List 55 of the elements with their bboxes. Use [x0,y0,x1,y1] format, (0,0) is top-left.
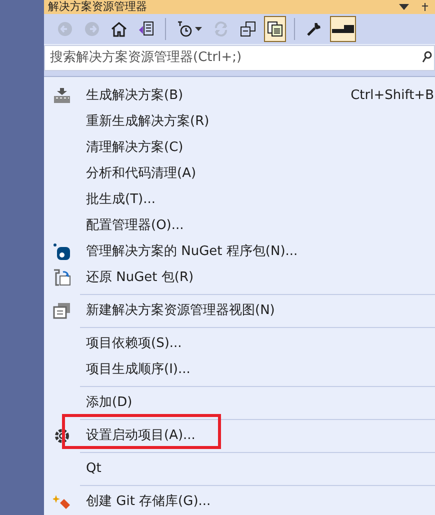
menu-item[interactable]: 管理解决方案的 NuGet 程序包(N)... [44,239,435,265]
menu-item[interactable]: 新建解决方案资源管理器视图(N) [44,298,435,324]
menu-item[interactable]: 配置管理器(O)... [44,213,435,239]
menu-item-label: 分析和代码清理(A) [86,165,196,184]
restore-icon [53,269,71,287]
menu-item-label: Qt [86,460,102,478]
wrench-icon [306,21,322,38]
caret-icon [195,27,202,32]
document-icon [138,21,154,38]
build-icon [53,88,71,104]
menu-item[interactable]: 重新生成解决方案(R) [44,109,435,135]
menu-item-label: 创建 Git 存储库(G)... [86,493,211,512]
pin-icon[interactable] [421,3,429,11]
search-field[interactable]: 搜索解决方案资源管理器(Ctrl+;) [44,44,435,71]
menu-item[interactable]: 设置启动项目(A)... [44,423,435,449]
menu-item-label: 项目依赖项(S)... [86,335,182,354]
menu-item[interactable]: 项目生成顺序(I)... [44,357,435,383]
preview-icon [332,25,354,34]
menu-item-label: 项目生成顺序(I)... [86,361,190,380]
menu-item-label: 设置启动项目(A)... [86,427,196,446]
menu-item-label: 配置管理器(O)... [86,217,184,236]
menu-item-label: 重新生成解决方案(R) [86,113,210,132]
menu-item[interactable]: 生成解决方案(B) Ctrl+Shift+B [44,83,435,109]
menu-item-label: 清理解决方案(C) [86,139,184,158]
forward-icon [84,21,100,38]
menu-item-label: 生成解决方案(B) [86,87,184,106]
toolbar-button[interactable] [330,16,356,42]
git-icon [53,495,71,509]
menu-item[interactable]: 添加(D) [44,390,435,416]
copy-icon [267,21,283,38]
menu-item[interactable]: 清理解决方案(C) [44,135,435,161]
menu-item[interactable]: 创建 Git 存储库(G)... [44,489,435,515]
menu-item-label: 管理解决方案的 NuGet 程序包(N)... [86,243,298,262]
dropdown-icon[interactable] [399,4,409,10]
shortcut-label: Ctrl+Shift+B [350,87,435,106]
home-icon [111,21,127,38]
back-icon [57,21,73,38]
gear-icon [53,427,71,445]
menu-item[interactable]: 项目依赖项(S)... [44,331,435,357]
window-icon [53,303,71,319]
clock-icon [177,21,193,38]
menu-item[interactable]: 还原 NuGet 包(R) [44,265,435,291]
menu-item[interactable]: Qt [44,456,435,482]
menu-item[interactable]: 分析和代码清理(A) [44,161,435,187]
windows-icon [240,21,256,38]
menu-item-label: 添加(D) [86,394,132,412]
refresh-icon [213,21,229,38]
menu-item-label: 批生成(T)... [86,191,156,210]
panel-title: 解决方案资源管理器 [48,0,147,14]
menu-item[interactable]: 批生成(T)... [44,187,435,213]
menu-item-label: 新建解决方案资源管理器视图(N) [86,302,275,320]
search-icon [422,51,432,64]
menu-item-label: 还原 NuGet 包(R) [86,269,194,288]
toolbar-button[interactable] [264,16,286,42]
nuget-icon [53,243,71,261]
